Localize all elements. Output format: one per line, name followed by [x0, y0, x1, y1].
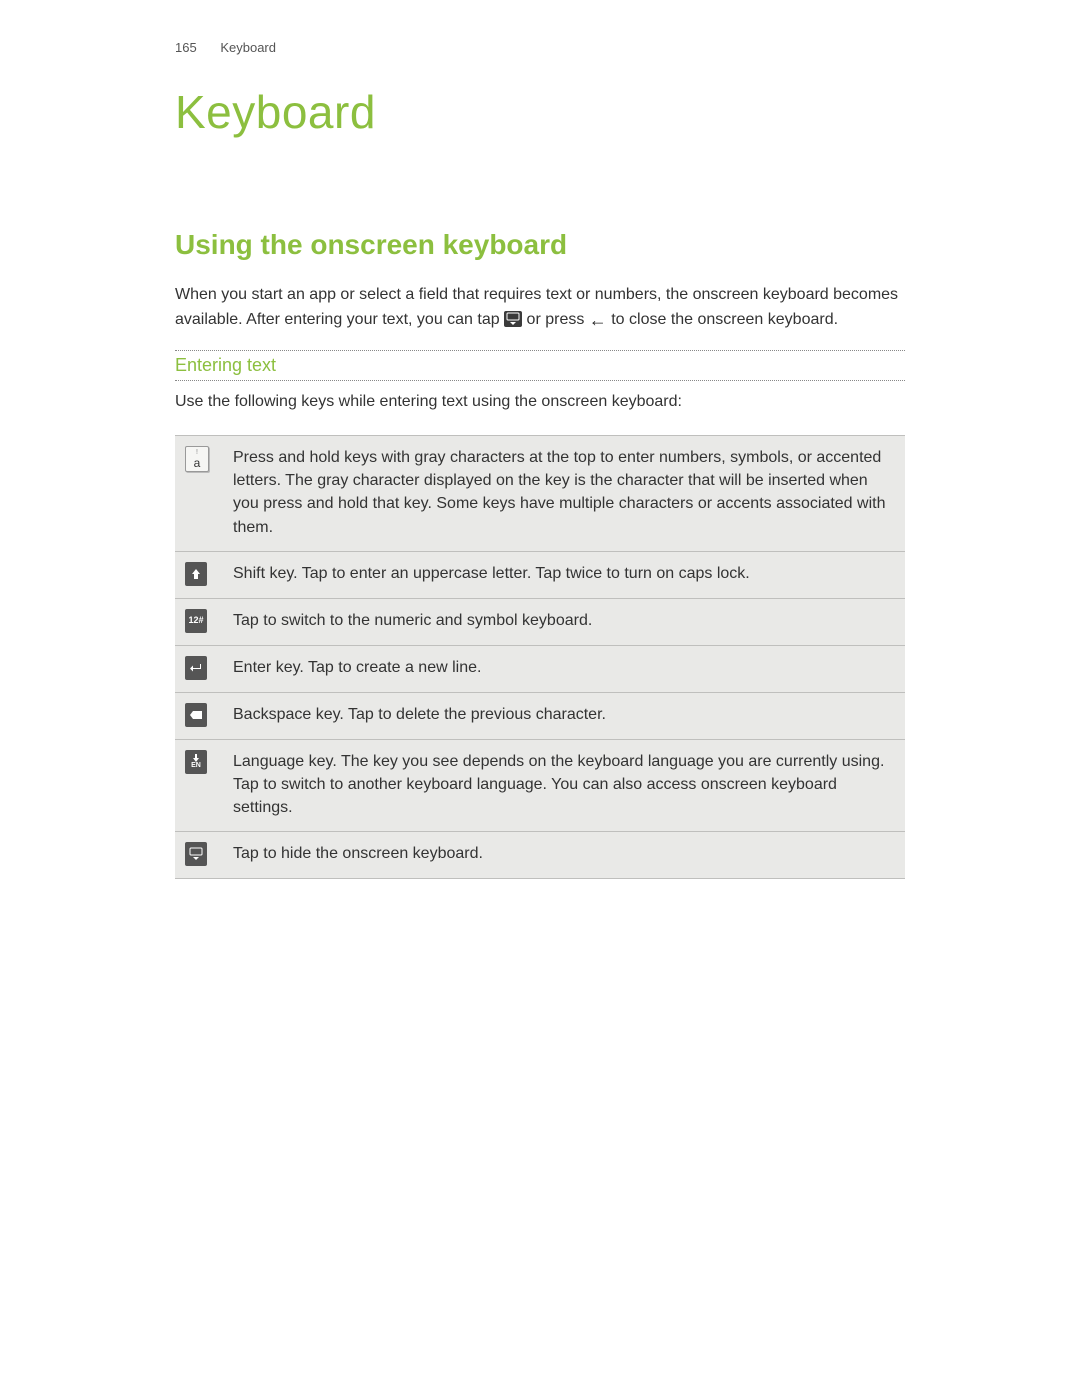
page-header: 165 Keyboard [175, 40, 905, 55]
language-key-icon: EN [185, 750, 207, 774]
key-description: Shift key. Tap to enter an uppercase let… [223, 551, 905, 598]
backspace-key-icon [185, 703, 207, 727]
table-row: EN Language key. The key you see depends… [175, 739, 905, 832]
hide-keyboard-key-icon [185, 842, 207, 866]
subsection-title: Entering text [175, 355, 905, 378]
shift-key-icon [185, 562, 207, 586]
table-row: Shift key. Tap to enter an uppercase let… [175, 551, 905, 598]
enter-key-icon [185, 656, 207, 680]
key-description: Language key. The key you see depends on… [223, 739, 905, 832]
key-description: Enter key. Tap to create a new line. [223, 645, 905, 692]
table-row: Backspace key. Tap to delete the previou… [175, 692, 905, 739]
keys-table: !a Press and hold keys with gray charact… [175, 435, 905, 879]
back-arrow-icon: ← [589, 307, 607, 334]
intro-text-3: to close the onscreen keyboard. [607, 311, 838, 328]
divider [175, 350, 905, 351]
intro-text-2: or press [522, 311, 589, 328]
document-page: 165 Keyboard Keyboard Using the onscreen… [0, 0, 1080, 939]
character-key-icon: !a [185, 446, 209, 472]
running-title: Keyboard [220, 40, 276, 55]
key-description: Press and hold keys with gray characters… [223, 436, 905, 552]
table-row: 12# Tap to switch to the numeric and sym… [175, 598, 905, 645]
lead-text: Use the following keys while entering te… [175, 393, 905, 411]
numeric-key-icon: 12# [185, 609, 207, 633]
key-description: Tap to switch to the numeric and symbol … [223, 598, 905, 645]
table-row: Enter key. Tap to create a new line. [175, 645, 905, 692]
section-title: Using the onscreen keyboard [175, 229, 905, 261]
divider [175, 380, 905, 381]
chapter-title: Keyboard [175, 85, 905, 139]
table-row: Tap to hide the onscreen keyboard. [175, 832, 905, 879]
hide-keyboard-icon [504, 311, 522, 327]
key-description: Tap to hide the onscreen keyboard. [223, 832, 905, 879]
table-row: !a Press and hold keys with gray charact… [175, 436, 905, 552]
intro-paragraph: When you start an app or select a field … [175, 283, 905, 334]
page-number: 165 [175, 40, 197, 55]
key-description: Backspace key. Tap to delete the previou… [223, 692, 905, 739]
